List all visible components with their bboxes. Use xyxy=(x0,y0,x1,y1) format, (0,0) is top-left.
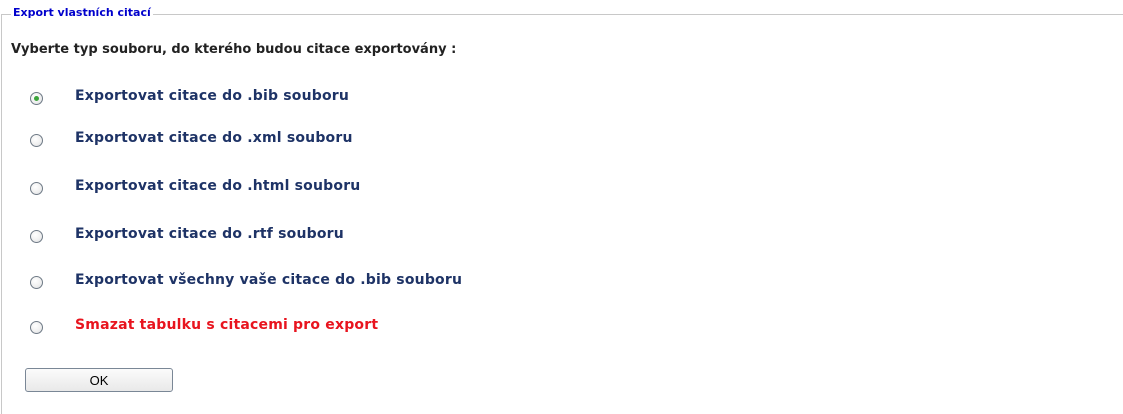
radio-unchecked-icon[interactable] xyxy=(30,133,43,147)
option-html[interactable]: Exportovat citace do .html souboru xyxy=(30,176,360,196)
instruction-text: Vyberte typ souboru, do kterého budou ci… xyxy=(11,42,457,57)
radio-unchecked-icon[interactable] xyxy=(30,229,43,243)
radio-checked-icon[interactable] xyxy=(30,91,43,105)
option-label-bib[interactable]: Exportovat citace do .bib souboru xyxy=(75,88,349,104)
radio-unchecked-icon[interactable] xyxy=(30,320,43,334)
option-label-delete-table[interactable]: Smazat tabulku s citacemi pro export xyxy=(75,317,378,333)
option-label-all-bib[interactable]: Exportovat všechny vaše citace do .bib s… xyxy=(75,272,462,288)
ok-button[interactable]: OK xyxy=(25,368,173,392)
option-delete-table[interactable]: Smazat tabulku s citacemi pro export xyxy=(30,315,378,335)
option-label-xml[interactable]: Exportovat citace do .xml souboru xyxy=(75,130,353,146)
option-label-html[interactable]: Exportovat citace do .html souboru xyxy=(75,178,360,194)
fieldset-legend: Export vlastních citací xyxy=(11,6,153,20)
option-label-rtf[interactable]: Exportovat citace do .rtf souboru xyxy=(75,226,344,242)
option-xml[interactable]: Exportovat citace do .xml souboru xyxy=(30,128,353,148)
export-fieldset xyxy=(1,14,1123,414)
option-rtf[interactable]: Exportovat citace do .rtf souboru xyxy=(30,224,344,244)
radio-unchecked-icon[interactable] xyxy=(30,275,43,289)
option-bib[interactable]: Exportovat citace do .bib souboru xyxy=(30,86,349,106)
radio-unchecked-icon[interactable] xyxy=(30,181,43,195)
option-all-bib[interactable]: Exportovat všechny vaše citace do .bib s… xyxy=(30,270,462,290)
